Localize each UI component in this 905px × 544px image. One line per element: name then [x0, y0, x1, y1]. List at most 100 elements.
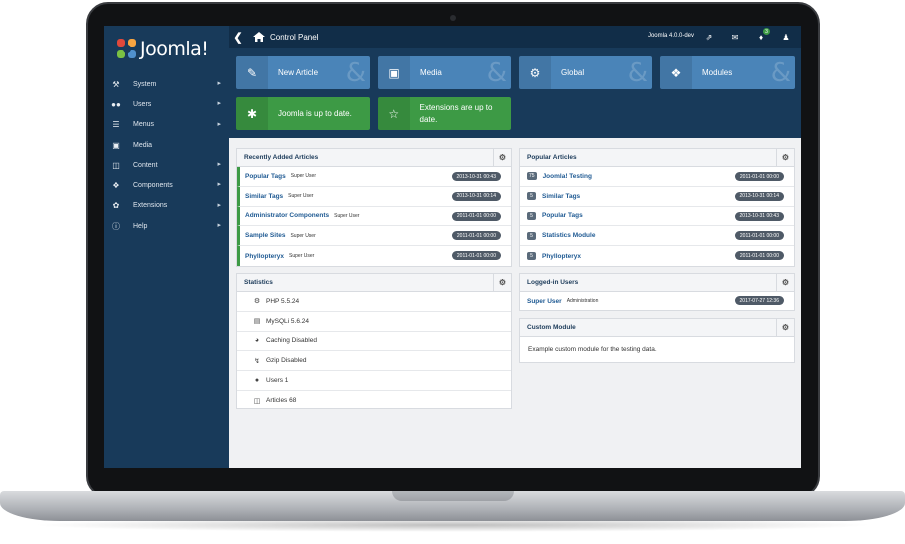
user-link[interactable]: Super User [527, 298, 562, 305]
hits-badge: 75 [527, 172, 537, 181]
article-link[interactable]: Popular Tags [542, 212, 583, 219]
list-item: ◕ Caching Disabled [237, 332, 511, 352]
article-author: Super User [334, 212, 360, 219]
star-icon: ☆ [378, 97, 410, 130]
article-link[interactable]: Similar Tags [245, 193, 283, 200]
chevron-left-icon: ❮ [233, 31, 243, 44]
extensions-update-tile[interactable]: ☆ Extensions are up to date. [378, 97, 511, 130]
stat-label: Caching Disabled [266, 337, 317, 345]
modules-tile[interactable]: ❖ Modules & [660, 56, 795, 89]
sidebar-item-media[interactable]: ▣ Media [104, 135, 229, 155]
dashboard-icon: ◕ [254, 337, 260, 345]
user-icon: ♟ [782, 32, 790, 42]
hits-badge: 5 [527, 231, 536, 240]
table-row: Super User Administration 2017-07-27 12:… [520, 292, 794, 310]
sidebar: Joomla! ⚒ System ▸ ●● Users ▸ ☰ Menus ▸ … [104, 26, 229, 468]
version-label[interactable]: Joomla 4.0.0-dev [648, 33, 694, 39]
panel-title: Popular Articles ⚙ [520, 149, 794, 167]
chevron-right-icon: ▸ [217, 80, 221, 87]
tile-label: New Article [278, 68, 319, 77]
panel-title-text: Recently Added Articles [244, 154, 319, 161]
file-icon: ◫ [112, 160, 120, 170]
date-badge: 2011-01-01 00:00 [734, 231, 784, 241]
article-link[interactable]: Joomla! Testing [543, 173, 592, 180]
gear-icon[interactable]: ⚙ [776, 149, 794, 166]
table-row: Popular Tags Super User 2013-10-31 00:43 [237, 167, 511, 187]
table-row: Similar Tags Super User 2013-10-31 00:14 [237, 186, 511, 207]
laptop-notch [392, 491, 514, 501]
hits-badge: 5 [527, 192, 536, 201]
sidebar-item-menus[interactable]: ☰ Menus ▸ [104, 115, 229, 135]
sidebar-item-users[interactable]: ●● Users ▸ [104, 94, 229, 114]
date-badge: 2017-07-27 12:36 [734, 296, 784, 305]
chevron-right-icon: ▸ [217, 222, 221, 230]
date-badge: 2013-10-31 00:14 [451, 191, 501, 201]
gear-icon[interactable]: ⚙ [776, 319, 794, 336]
list-item: ▤ MySQLi 5.6.24 [237, 312, 511, 332]
sidebar-item-label: Media [133, 141, 153, 149]
list-item: ↯ Gzip Disabled [237, 351, 511, 372]
wrench-icon: ⚒ [112, 79, 120, 89]
logo-text: Joomla! [140, 38, 209, 60]
pencil-icon: ✎ [236, 56, 268, 89]
back-button[interactable]: ❮ [229, 26, 247, 48]
table-row: Sample Sites Super User 2011-01-01 00:00 [237, 226, 511, 247]
notifications-button[interactable]: ♦ 3 [753, 28, 770, 44]
tile-label: Modules [702, 68, 733, 77]
cube-icon: ❖ [660, 56, 692, 89]
date-badge: 2013-10-31 00:14 [734, 191, 784, 201]
sidebar-item-label: Menus [133, 121, 155, 129]
sidebar-item-extensions[interactable]: ✿ Extensions ▸ [104, 196, 229, 216]
date-badge: 2011-01-01 00:00 [734, 251, 784, 261]
new-article-tile[interactable]: ✎ New Article & [236, 56, 370, 89]
users-icon: ● [254, 377, 260, 385]
recent-articles-panel: Recently Added Articles ⚙ Popular Tags S… [236, 148, 512, 267]
home-icon [253, 32, 265, 42]
article-author: Super User [289, 253, 315, 260]
list-item: ⚙ PHP 5.5.24 [237, 292, 511, 312]
gear-icon[interactable]: ⚙ [493, 149, 511, 166]
bell-icon: ♦ [758, 32, 764, 42]
gear-icon[interactable]: ⚙ [776, 274, 794, 291]
article-link[interactable]: Phyllopteryx [245, 253, 284, 260]
article-link[interactable]: Administrator Components [245, 212, 329, 219]
table-row: Administrator Components Super User 2011… [237, 206, 511, 227]
date-badge: 2011-01-01 00:00 [451, 231, 501, 241]
article-link[interactable]: Phyllopteryx [542, 253, 581, 260]
global-tile[interactable]: ⚙ Global & [519, 56, 652, 89]
article-link[interactable]: Statistics Module [542, 232, 595, 239]
webcam [450, 15, 456, 21]
external-link-icon: ⇗ [705, 32, 713, 42]
article-link[interactable]: Sample Sites [245, 232, 285, 239]
media-tile[interactable]: ▣ Media & [378, 56, 511, 89]
table-row: 5 Statistics Module 2011-01-01 00:00 [520, 226, 794, 247]
stat-label: Users 1 [266, 377, 289, 385]
sidebar-item-system[interactable]: ⚒ System ▸ [104, 74, 229, 94]
article-link[interactable]: Popular Tags [245, 173, 286, 180]
joomla-logo[interactable]: Joomla! [117, 38, 209, 60]
article-link[interactable]: Similar Tags [542, 193, 580, 200]
date-badge: 2013-10-31 00:43 [451, 172, 501, 181]
sidebar-item-label: Extensions [133, 202, 168, 210]
messages-button[interactable]: ✉ [727, 30, 743, 44]
date-badge: 2011-01-01 00:00 [451, 211, 501, 221]
image-icon: ▣ [378, 56, 410, 89]
sidebar-item-components[interactable]: ❖ Components ▸ [104, 175, 229, 195]
preview-site-button[interactable]: ⇗ [701, 30, 717, 44]
tile-label: Extensions are up to date. [419, 102, 493, 124]
gear-icon[interactable]: ⚙ [493, 274, 511, 291]
statistics-panel: Statistics ⚙ ⚙ PHP 5.5.24 ▤ MySQLi 5.6.2… [236, 273, 512, 409]
sidebar-item-content[interactable]: ◫ Content ▸ [104, 155, 229, 175]
list-icon: ☰ [112, 120, 120, 130]
user-menu-button[interactable]: ♟ [778, 30, 794, 44]
table-row: 5 Phyllopteryx 2011-01-01 00:00 [520, 246, 794, 266]
database-icon: ▤ [253, 318, 261, 326]
panel-title-text: Statistics [244, 279, 273, 286]
joomla-update-tile[interactable]: ✱ Joomla is up to date. [236, 97, 370, 130]
panel-title-text: Custom Module [527, 324, 576, 331]
gear-icon: ⚙ [519, 56, 551, 89]
image-icon: ▣ [112, 140, 120, 150]
sidebar-item-help[interactable]: ⓘ Help ▸ [104, 216, 229, 236]
chevron-right-icon: ▸ [217, 100, 221, 108]
table-row: 75 Joomla! Testing 2011-01-01 00:00 [520, 167, 794, 187]
